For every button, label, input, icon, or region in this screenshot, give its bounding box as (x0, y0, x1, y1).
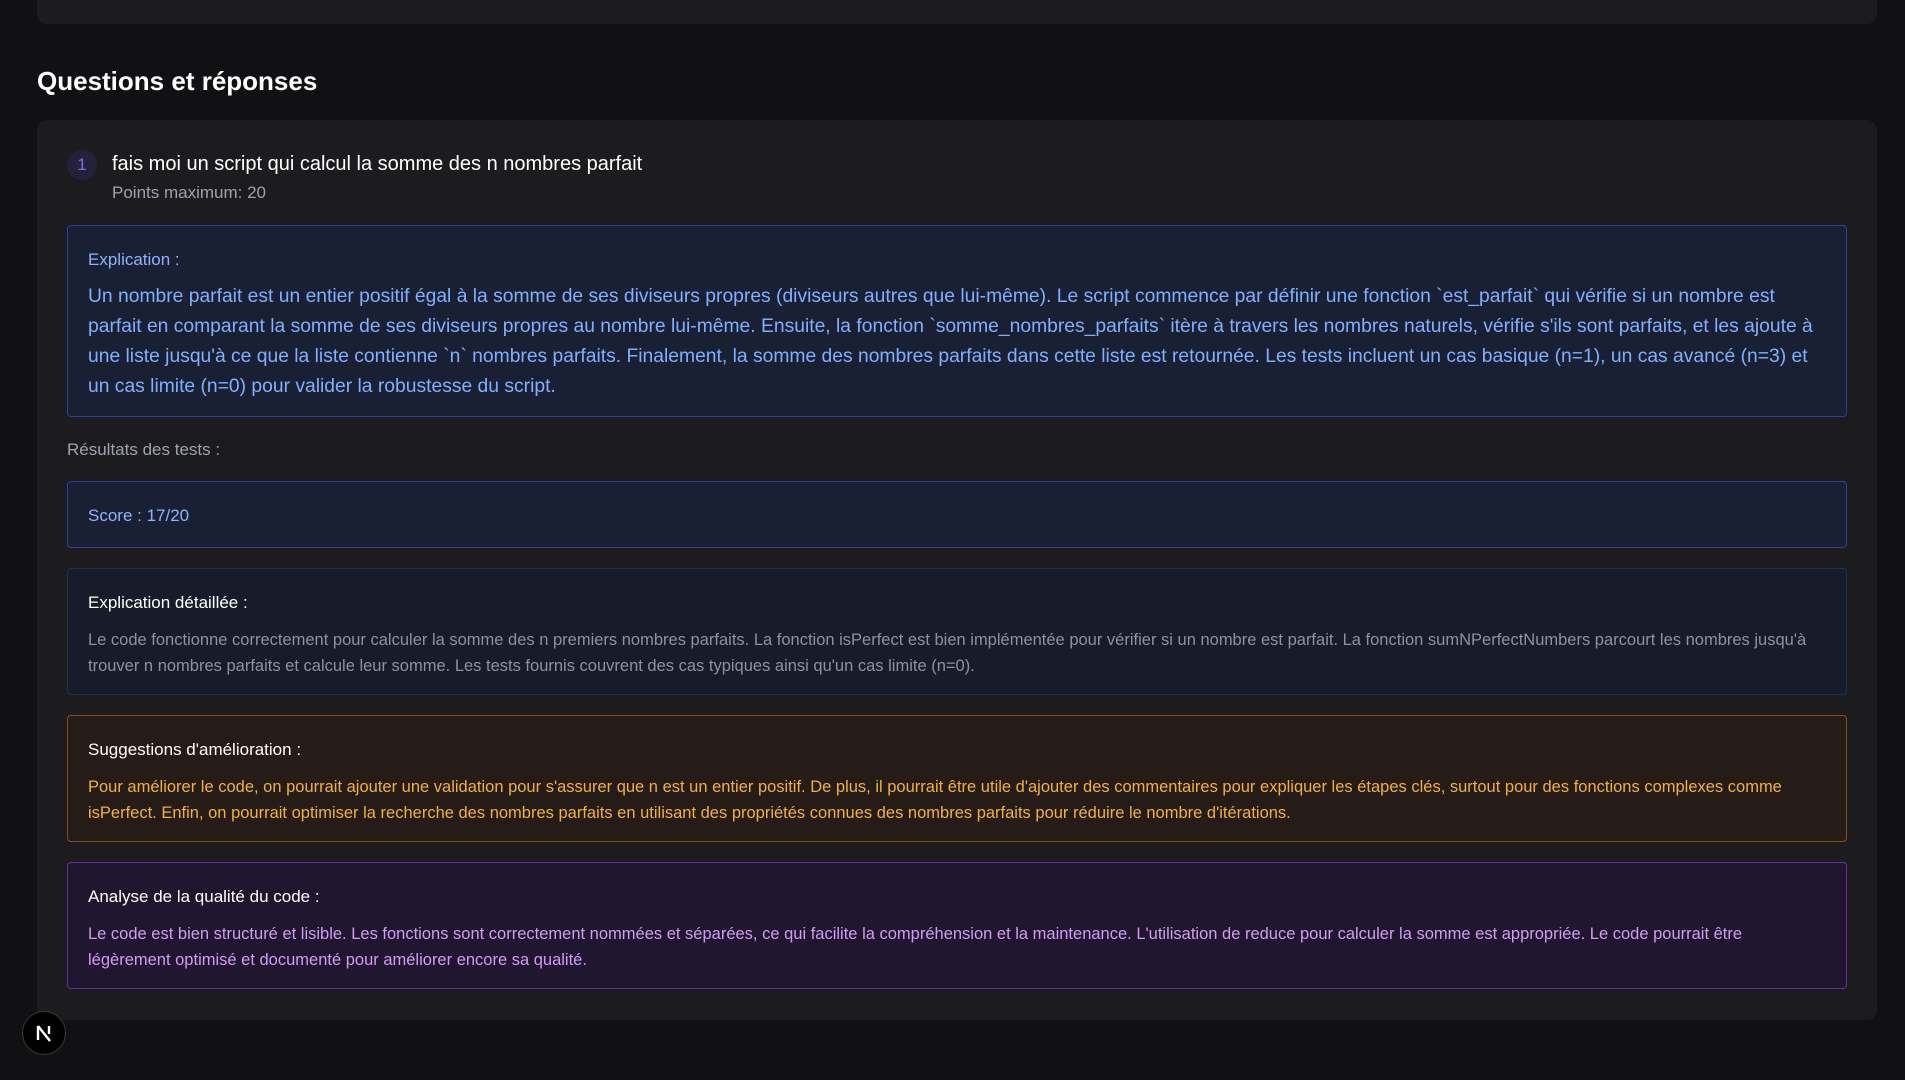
detailed-explanation-body: Le code fonctionne correctement pour cal… (88, 631, 1807, 675)
explanation-label: Explication : (88, 250, 180, 269)
question-card: 1 fais moi un script qui calcul la somme… (37, 120, 1877, 1020)
explanation-body: Un nombre parfait est un entier positif … (88, 286, 1813, 397)
detailed-explanation-label: Explication détaillée : (88, 593, 248, 612)
score-value: Score : 17/20 (88, 506, 190, 525)
code-quality-label: Analyse de la qualité du code : (88, 887, 320, 906)
suggestions-body: Pour améliorer le code, on pourrait ajou… (88, 778, 1782, 822)
suggestions-box: Suggestions d'amélioration : Pour amélio… (67, 715, 1847, 842)
score-box: Score : 17/20 (67, 481, 1847, 548)
question-number-badge: 1 (67, 150, 97, 180)
code-quality-box: Analyse de la qualité du code : Le code … (67, 862, 1847, 989)
nextjs-logo-icon (36, 1025, 51, 1042)
test-results-label: Résultats des tests : (67, 440, 221, 459)
suggestions-label: Suggestions d'amélioration : (88, 740, 302, 759)
section-title: Questions et réponses (37, 66, 318, 96)
detailed-explanation-box: Explication détaillée : Le code fonction… (67, 568, 1847, 695)
question-max-points: Points maximum: 20 (112, 183, 266, 202)
question-text: fais moi un script qui calcul la somme d… (112, 153, 643, 175)
explanation-box: Explication : Un nombre parfait est un e… (67, 225, 1847, 417)
code-quality-body: Le code est bien structuré et lisible. L… (88, 925, 1743, 969)
previous-card (37, 0, 1877, 24)
nextjs-dev-button[interactable] (22, 1011, 66, 1055)
page: Questions et réponses 1 fais moi un scri… (0, 0, 1905, 1080)
